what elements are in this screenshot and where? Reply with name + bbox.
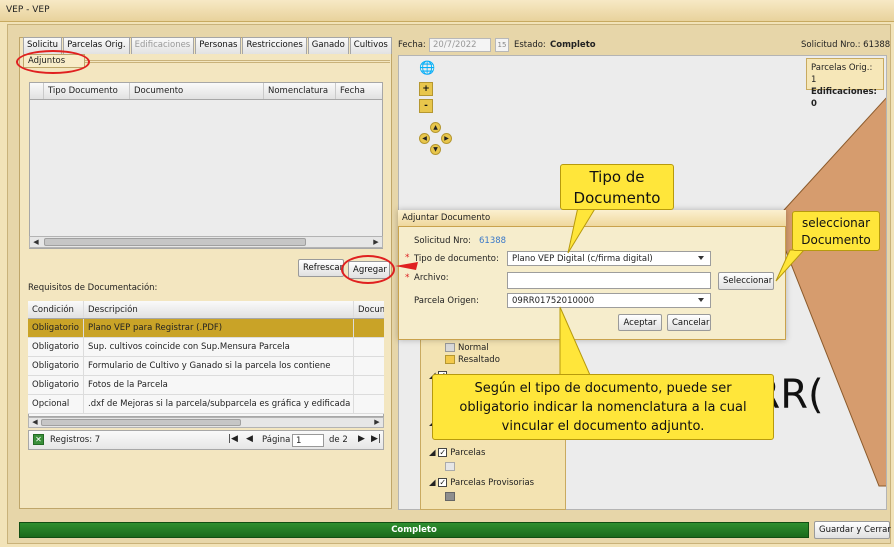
callout-seleccionar-pointer (775, 249, 806, 282)
callout-tipo-pointer (567, 206, 597, 254)
callout-pointers (395, 206, 806, 376)
callout-seleccionar-documento: seleccionar Documento (792, 211, 880, 251)
status-bar: Completo (19, 522, 809, 538)
callout-tipo-documento: Tipo de Documento (560, 164, 674, 210)
callout-info: Según el tipo de documento, puede ser ob… (432, 374, 774, 440)
guardar-cerrar-button[interactable]: Guardar y Cerrar (814, 521, 891, 539)
red-arrow-icon (395, 262, 418, 270)
callout-info-pointer (559, 306, 591, 376)
